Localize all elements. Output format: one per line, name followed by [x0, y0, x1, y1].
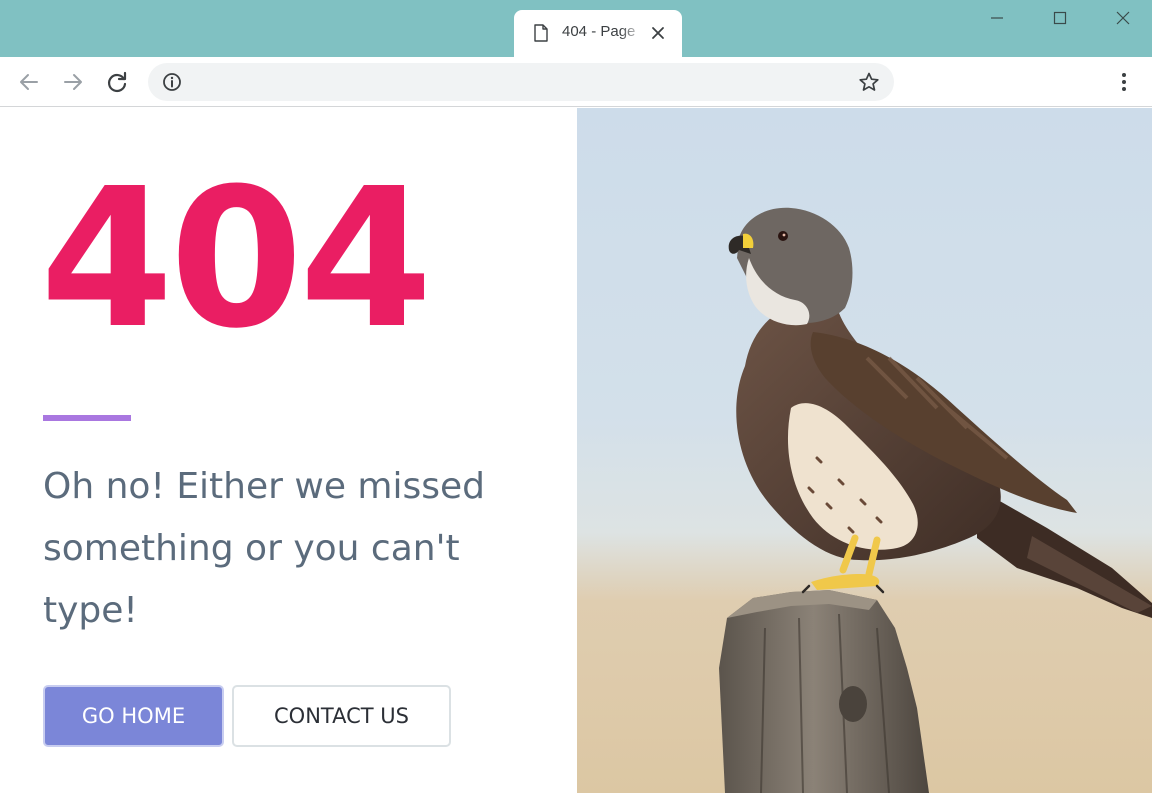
contact-us-button[interactable]: CONTACT US: [232, 685, 451, 747]
address-bar[interactable]: [148, 63, 894, 101]
more-vertical-icon[interactable]: [1113, 70, 1135, 94]
page-content: 404 Oh no! Either we missed something or…: [0, 108, 1152, 793]
browser-toolbar: [0, 57, 1152, 107]
arrow-left-icon[interactable]: [14, 67, 44, 97]
star-icon[interactable]: [858, 71, 880, 93]
error-message: Oh no! Either we missed something or you…: [43, 466, 486, 631]
error-code-heading: 404: [40, 148, 433, 371]
file-icon: [534, 24, 548, 42]
hawk-on-post-photo: [577, 108, 1152, 793]
browser-tab[interactable]: 404 - Page Not Found: [514, 10, 682, 57]
url-input[interactable]: [192, 71, 842, 93]
close-icon[interactable]: [651, 26, 665, 40]
minimize-window-button[interactable]: [974, 0, 1020, 36]
maximize-window-button[interactable]: [1037, 0, 1083, 36]
accent-divider: [43, 415, 131, 421]
hawk-illustration: [719, 207, 1152, 793]
error-panel: 404 Oh no! Either we missed something or…: [0, 108, 577, 793]
info-icon[interactable]: [162, 72, 182, 92]
browser-titlebar: 404 - Page Not Found: [0, 0, 1152, 57]
reload-icon[interactable]: [102, 67, 132, 97]
arrow-right-icon[interactable]: [58, 67, 88, 97]
go-home-button[interactable]: GO HOME: [43, 685, 224, 747]
tab-title-fade: [620, 22, 644, 44]
close-window-button[interactable]: [1100, 0, 1146, 36]
